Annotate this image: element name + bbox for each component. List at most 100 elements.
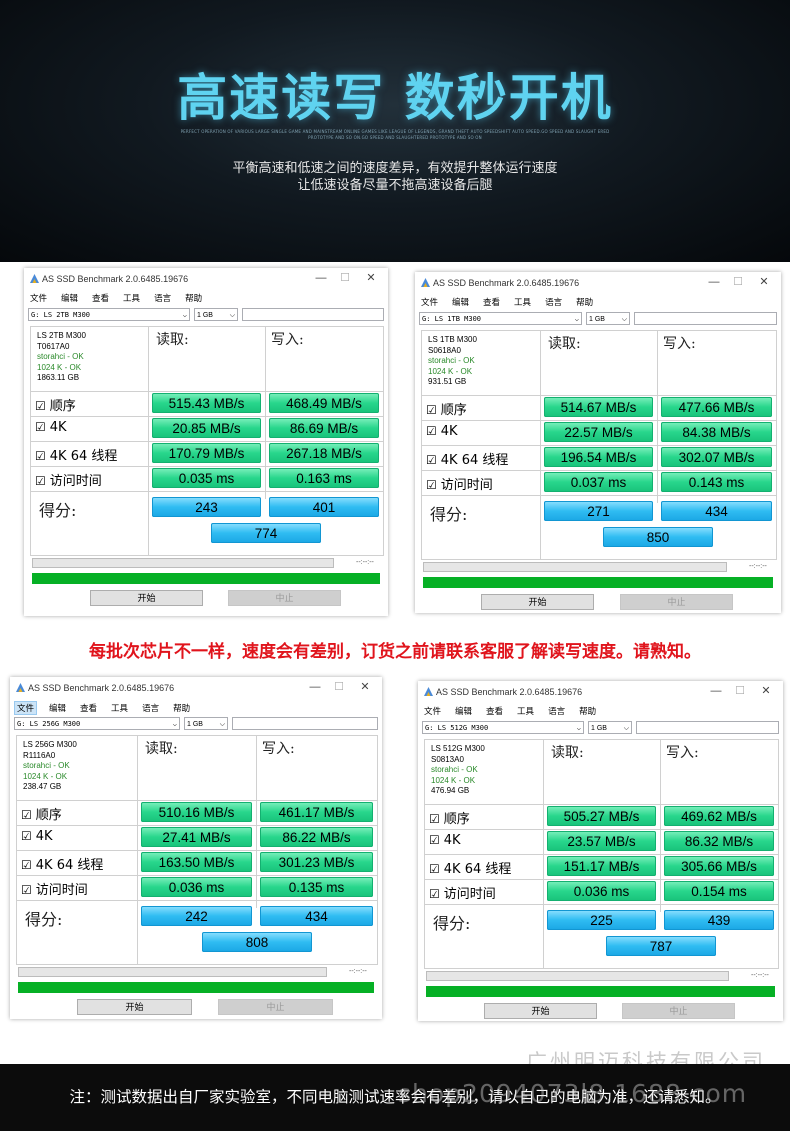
- benchmark-window: AS SSD Benchmark 2.0.6485.19676 — ☐ ✕ 文件 编辑 查看…: [418, 681, 783, 1021]
- drive-info-line: LS 512G M300: [431, 744, 485, 753]
- progress-bar-current: [426, 971, 729, 981]
- menu-tools[interactable]: 工具: [109, 702, 130, 714]
- batch-notice: 每批次芯片不一样，速度会有差别，订货之前请联系客服了解读写速度。请熟知。: [89, 642, 701, 662]
- menu-help[interactable]: 帮助: [183, 292, 204, 304]
- window-titlebar: AS SSD Benchmark 2.0.6485.19676 — ☐ ✕: [10, 677, 382, 699]
- maximize-button[interactable]: ☐: [729, 683, 751, 699]
- read-value-sequential: 510.16 MB/s: [141, 802, 252, 822]
- result-textbox[interactable]: [232, 717, 378, 730]
- checkbox-icon[interactable]: ☑: [426, 424, 437, 438]
- grid-divider: [425, 879, 778, 880]
- start-button[interactable]: 开始: [90, 590, 203, 606]
- close-button[interactable]: ✕: [755, 683, 777, 699]
- menu-tools[interactable]: 工具: [512, 296, 533, 308]
- checkbox-icon[interactable]: ☑: [429, 833, 440, 847]
- minimize-button[interactable]: —: [304, 679, 326, 695]
- maximize-button[interactable]: ☐: [328, 679, 350, 695]
- grid-divider: [31, 491, 383, 492]
- close-button[interactable]: ✕: [360, 270, 382, 286]
- menu-tools[interactable]: 工具: [121, 292, 142, 304]
- result-textbox[interactable]: [634, 312, 777, 325]
- drive-select-value: G: LS 256G M300: [17, 720, 81, 728]
- menu-file[interactable]: 文件: [419, 296, 440, 308]
- menu-view[interactable]: 查看: [484, 705, 505, 717]
- results-grid: LS 512G M300 S0813A0 storahci - OK 1024 K -…: [424, 739, 779, 969]
- menu-help[interactable]: 帮助: [577, 705, 598, 717]
- grid-divider: [425, 904, 778, 905]
- checkbox-icon[interactable]: ☑: [426, 478, 437, 492]
- minimize-button[interactable]: —: [703, 274, 725, 290]
- menu-language[interactable]: 语言: [543, 296, 564, 308]
- minimize-button[interactable]: —: [310, 270, 332, 286]
- menu-edit[interactable]: 编辑: [47, 702, 68, 714]
- drive-select[interactable]: G: LS 2TB M300 ⌵: [28, 308, 190, 321]
- result-textbox[interactable]: [242, 308, 384, 321]
- checkbox-icon[interactable]: ☑: [21, 829, 32, 843]
- row-label-access-time: ☑ 访问时间: [429, 883, 496, 902]
- write-value-sequential: 469.62 MB/s: [664, 806, 774, 826]
- minimize-button[interactable]: —: [705, 683, 727, 699]
- size-select[interactable]: 1 GB ⌵: [588, 721, 632, 734]
- checkbox-icon[interactable]: ☑: [35, 449, 46, 463]
- menu-help[interactable]: 帮助: [574, 296, 595, 308]
- checkbox-icon[interactable]: ☑: [21, 808, 32, 822]
- menu-view[interactable]: 查看: [78, 702, 99, 714]
- chevron-down-icon: ⌵: [229, 312, 235, 319]
- menu-edit[interactable]: 编辑: [59, 292, 80, 304]
- checkbox-icon[interactable]: ☑: [429, 812, 440, 826]
- checkbox-icon[interactable]: ☑: [21, 858, 32, 872]
- checkbox-icon[interactable]: ☑: [35, 474, 46, 488]
- window-titlebar: AS SSD Benchmark 2.0.6485.19676 — ☐ ✕: [24, 268, 388, 290]
- read-value-4k-64-thread: 163.50 MB/s: [141, 852, 252, 872]
- checkbox-icon[interactable]: ☑: [426, 453, 437, 467]
- menu-tools[interactable]: 工具: [515, 705, 536, 717]
- stop-button[interactable]: 中止: [622, 1003, 735, 1019]
- checkbox-icon[interactable]: ☑: [429, 862, 440, 876]
- menu-language[interactable]: 语言: [546, 705, 567, 717]
- menu-file[interactable]: 文件: [14, 701, 38, 715]
- maximize-button[interactable]: ☐: [334, 270, 356, 286]
- drive-info-line: T0617A0: [37, 341, 70, 351]
- menu-file[interactable]: 文件: [28, 292, 49, 304]
- elapsed-time: --:--:--: [349, 968, 367, 975]
- size-select-value: 1 GB: [589, 316, 605, 323]
- menu-file[interactable]: 文件: [422, 705, 443, 717]
- drive-info-line: S0618A0: [428, 345, 461, 355]
- checkbox-icon[interactable]: ☑: [21, 883, 32, 897]
- stop-button[interactable]: 中止: [218, 999, 333, 1015]
- app-icon: [424, 687, 433, 696]
- start-button[interactable]: 开始: [481, 594, 594, 610]
- start-button[interactable]: 开始: [484, 1003, 597, 1019]
- menu-language[interactable]: 语言: [140, 702, 161, 714]
- score-read: 271: [544, 501, 653, 521]
- checkbox-icon[interactable]: ☑: [35, 420, 46, 434]
- menu-edit[interactable]: 编辑: [453, 705, 474, 717]
- grid-divider: [422, 495, 776, 496]
- drive-select[interactable]: G: LS 256G M300 ⌵: [14, 717, 180, 730]
- size-select[interactable]: 1 GB ⌵: [194, 308, 238, 321]
- stop-button[interactable]: 中止: [620, 594, 733, 610]
- close-button[interactable]: ✕: [753, 274, 775, 290]
- maximize-button[interactable]: ☐: [727, 274, 749, 290]
- stop-button[interactable]: 中止: [228, 590, 341, 606]
- size-select[interactable]: 1 GB ⌵: [586, 312, 630, 325]
- checkbox-icon[interactable]: ☑: [35, 399, 46, 413]
- drive-select[interactable]: G: LS 1TB M300 ⌵: [419, 312, 582, 325]
- checkbox-icon[interactable]: ☑: [429, 887, 440, 901]
- row-label-text: 顺序: [49, 399, 76, 414]
- result-textbox[interactable]: [636, 721, 779, 734]
- menu-view[interactable]: 查看: [481, 296, 502, 308]
- checkbox-icon[interactable]: ☑: [426, 403, 437, 417]
- drive-info-line: 238.47 GB: [23, 782, 62, 791]
- menu-help[interactable]: 帮助: [171, 702, 192, 714]
- row-label-access-time: ☑ 访问时间: [21, 879, 88, 898]
- start-button[interactable]: 开始: [77, 999, 192, 1015]
- drive-select[interactable]: G: LS 512G M300 ⌵: [422, 721, 584, 734]
- menu-view[interactable]: 查看: [90, 292, 111, 304]
- grid-divider: [17, 850, 377, 851]
- size-select[interactable]: 1 GB ⌵: [184, 717, 228, 730]
- close-button[interactable]: ✕: [354, 679, 376, 695]
- drive-info-line: 1024 K - OK: [37, 362, 82, 372]
- menu-language[interactable]: 语言: [152, 292, 173, 304]
- menu-edit[interactable]: 编辑: [450, 296, 471, 308]
